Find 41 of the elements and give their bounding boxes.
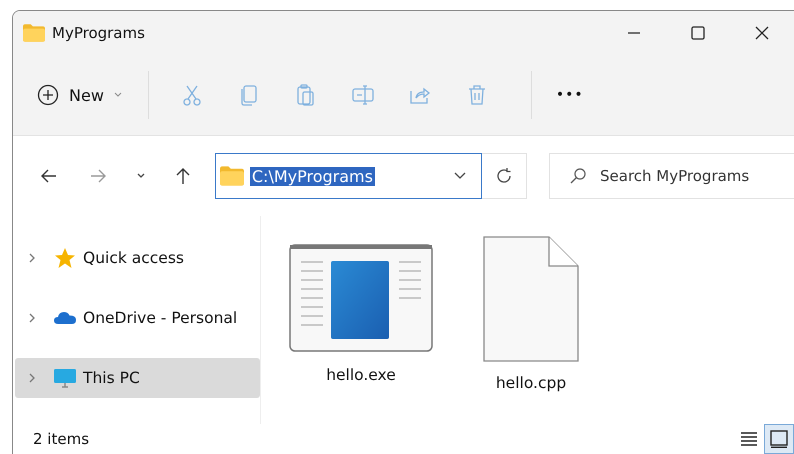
expand-chevron-icon[interactable] <box>27 372 37 384</box>
star-icon <box>53 247 77 269</box>
refresh-icon <box>494 167 513 185</box>
chevron-down-icon <box>136 172 146 180</box>
monitor-icon <box>53 367 77 389</box>
maximize-icon <box>691 26 705 40</box>
tiles-view-button[interactable] <box>764 424 794 454</box>
file-item[interactable]: hello.cpp <box>483 236 579 392</box>
folder-icon <box>23 24 45 42</box>
sidebar-label: Quick access <box>83 249 184 267</box>
rename-icon <box>351 83 376 107</box>
application-window-icon <box>289 244 433 352</box>
plus-circle-icon <box>37 84 59 106</box>
sidebar-item[interactable]: OneDrive - Personal <box>15 298 260 338</box>
search-field[interactable]: Search MyPrograms <box>549 153 794 199</box>
more-button[interactable]: ••• <box>552 79 588 111</box>
file-name: hello.cpp <box>496 374 566 392</box>
item-count: 2 items <box>33 430 90 448</box>
new-button[interactable]: New <box>31 76 128 114</box>
sidebar-label: This PC <box>83 369 140 387</box>
expand-chevron-icon[interactable] <box>27 252 37 264</box>
chevron-down-icon[interactable] <box>452 171 467 181</box>
back-arrow-icon <box>40 167 58 185</box>
sidebar-item[interactable]: Quick access <box>15 238 260 278</box>
file-item[interactable]: hello.exe <box>289 244 433 384</box>
refresh-button[interactable] <box>482 153 527 199</box>
list-icon <box>740 430 758 448</box>
document-icon <box>483 236 579 362</box>
expand-chevron-icon[interactable] <box>27 312 37 324</box>
forward-arrow-icon <box>89 167 108 185</box>
window-title: MyPrograms <box>52 24 145 42</box>
sidebar-label: OneDrive - Personal <box>83 309 238 327</box>
file-name: hello.exe <box>326 366 396 384</box>
sidebar-item[interactable]: This PC <box>15 358 260 398</box>
caret-icon <box>114 92 122 98</box>
tiles-icon <box>770 430 788 448</box>
close-icon <box>755 26 769 40</box>
address-field[interactable]: C:\MyPrograms <box>214 153 482 199</box>
search-icon <box>569 167 587 185</box>
address-path: C:\MyPrograms <box>250 166 375 186</box>
folder-icon <box>220 166 244 186</box>
